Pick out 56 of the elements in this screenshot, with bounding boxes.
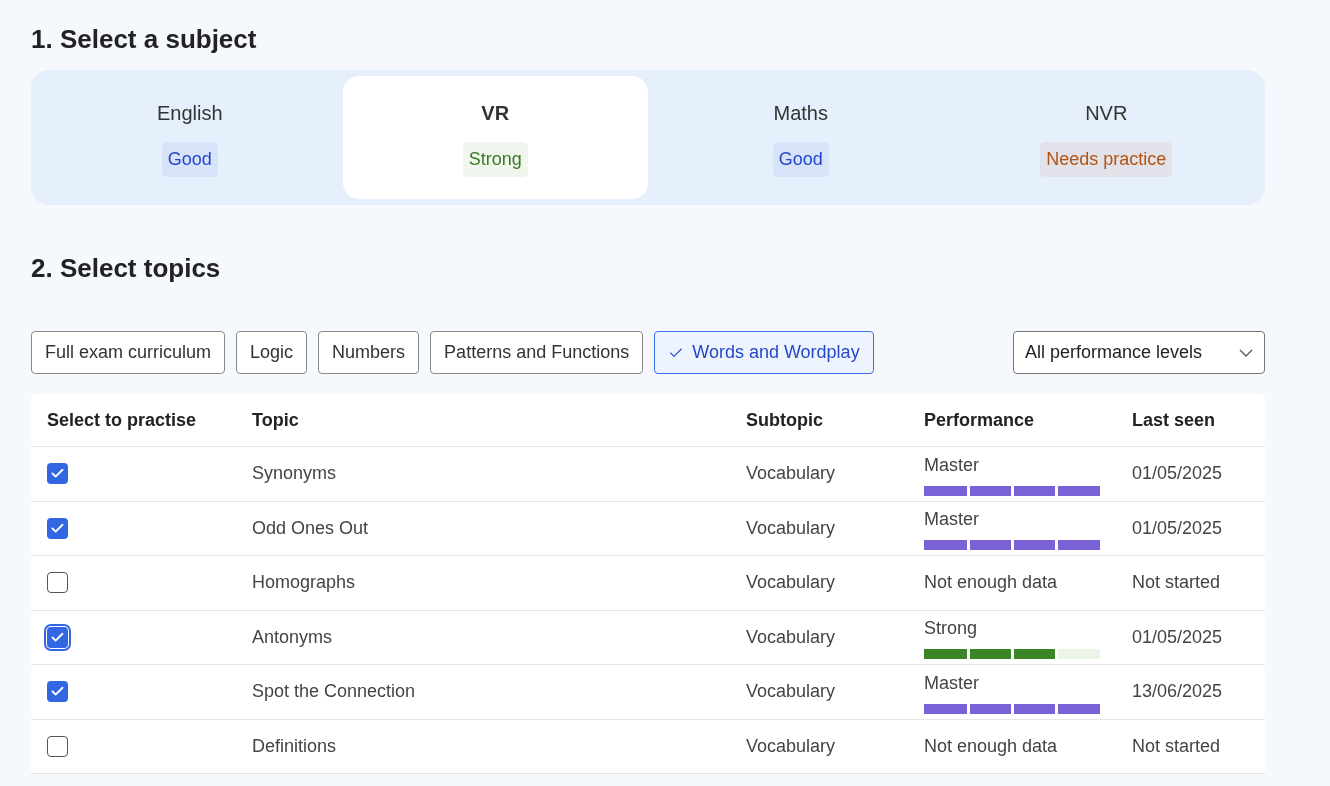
- topic-name: Odd Ones Out: [252, 517, 369, 538]
- performance-label: Master: [924, 671, 980, 695]
- performance-dropdown[interactable]: All performance levels: [1013, 331, 1265, 374]
- performance-label: Not enough data: [924, 571, 1059, 595]
- subtopic-name: Vocabulary: [746, 463, 836, 484]
- checkbox[interactable]: [47, 626, 68, 648]
- performance-badge: Good: [161, 142, 218, 177]
- topic-name: Homographs: [252, 572, 356, 593]
- checkbox[interactable]: [47, 463, 68, 485]
- subject-name: English: [156, 101, 223, 126]
- subject-name: NVR: [1085, 101, 1128, 126]
- last-seen-date: 13/06/2025: [1132, 681, 1223, 702]
- performance-label: Master: [924, 508, 980, 532]
- section-heading: 1. Select a subject: [31, 23, 258, 56]
- topic-name: Definitions: [252, 735, 337, 756]
- last-seen-date: Not started: [1132, 572, 1221, 593]
- checkbox[interactable]: [47, 572, 68, 594]
- checkbox[interactable]: [47, 517, 68, 539]
- performance-label: Not enough data: [924, 734, 1059, 758]
- subject-name: VR: [481, 101, 510, 126]
- subject-tab[interactable]: VR Strong: [342, 76, 648, 199]
- subtopic-name: Vocabulary: [746, 572, 836, 593]
- subtopic-name: Vocabulary: [746, 626, 836, 647]
- checkbox[interactable]: [47, 735, 68, 757]
- performance-label: Strong: [924, 617, 979, 641]
- column-header: Last seen: [1132, 409, 1216, 430]
- subject-name: Maths: [773, 101, 828, 126]
- last-seen-date: 01/05/2025: [1132, 626, 1223, 647]
- subject-tab[interactable]: Maths Good: [648, 76, 954, 199]
- topic-filter-chip[interactable]: Patterns and Functions: [430, 331, 644, 374]
- last-seen-date: 01/05/2025: [1132, 517, 1223, 538]
- performance-badge: Needs practice: [1040, 142, 1173, 177]
- performance-badge: Strong: [462, 142, 528, 177]
- column-header: Subtopic: [746, 409, 823, 430]
- topic-filter-chip[interactable]: Numbers: [318, 331, 420, 374]
- topic-filter-chip[interactable]: Words and Wordplay: [654, 331, 874, 374]
- subtopic-name: Vocabulary: [746, 517, 836, 538]
- subtopic-name: Vocabulary: [746, 735, 836, 756]
- column-header: Performance: [924, 409, 1035, 430]
- topic-name: Synonyms: [252, 463, 337, 484]
- subject-tab[interactable]: English Good: [37, 76, 343, 199]
- column-header: Topic: [252, 409, 299, 430]
- topic-name: Antonyms: [252, 626, 333, 647]
- chevron-down-icon: [1239, 348, 1253, 357]
- subtopic-name: Vocabulary: [746, 681, 836, 702]
- topic-filter-chip[interactable]: Logic: [236, 331, 308, 374]
- topic-filter-chip[interactable]: Full exam curriculum: [31, 331, 226, 374]
- topic-name: Spot the Connection: [252, 681, 416, 702]
- performance-badge: Good: [772, 142, 829, 177]
- section-heading: 2. Select topics: [31, 252, 222, 285]
- checkbox[interactable]: [47, 681, 68, 703]
- performance-label: Master: [924, 453, 980, 477]
- column-header: Select to practise: [47, 409, 197, 430]
- last-seen-date: Not started: [1132, 735, 1221, 756]
- subject-tab[interactable]: NVR Needs practice: [953, 76, 1259, 199]
- last-seen-date: 01/05/2025: [1132, 463, 1223, 484]
